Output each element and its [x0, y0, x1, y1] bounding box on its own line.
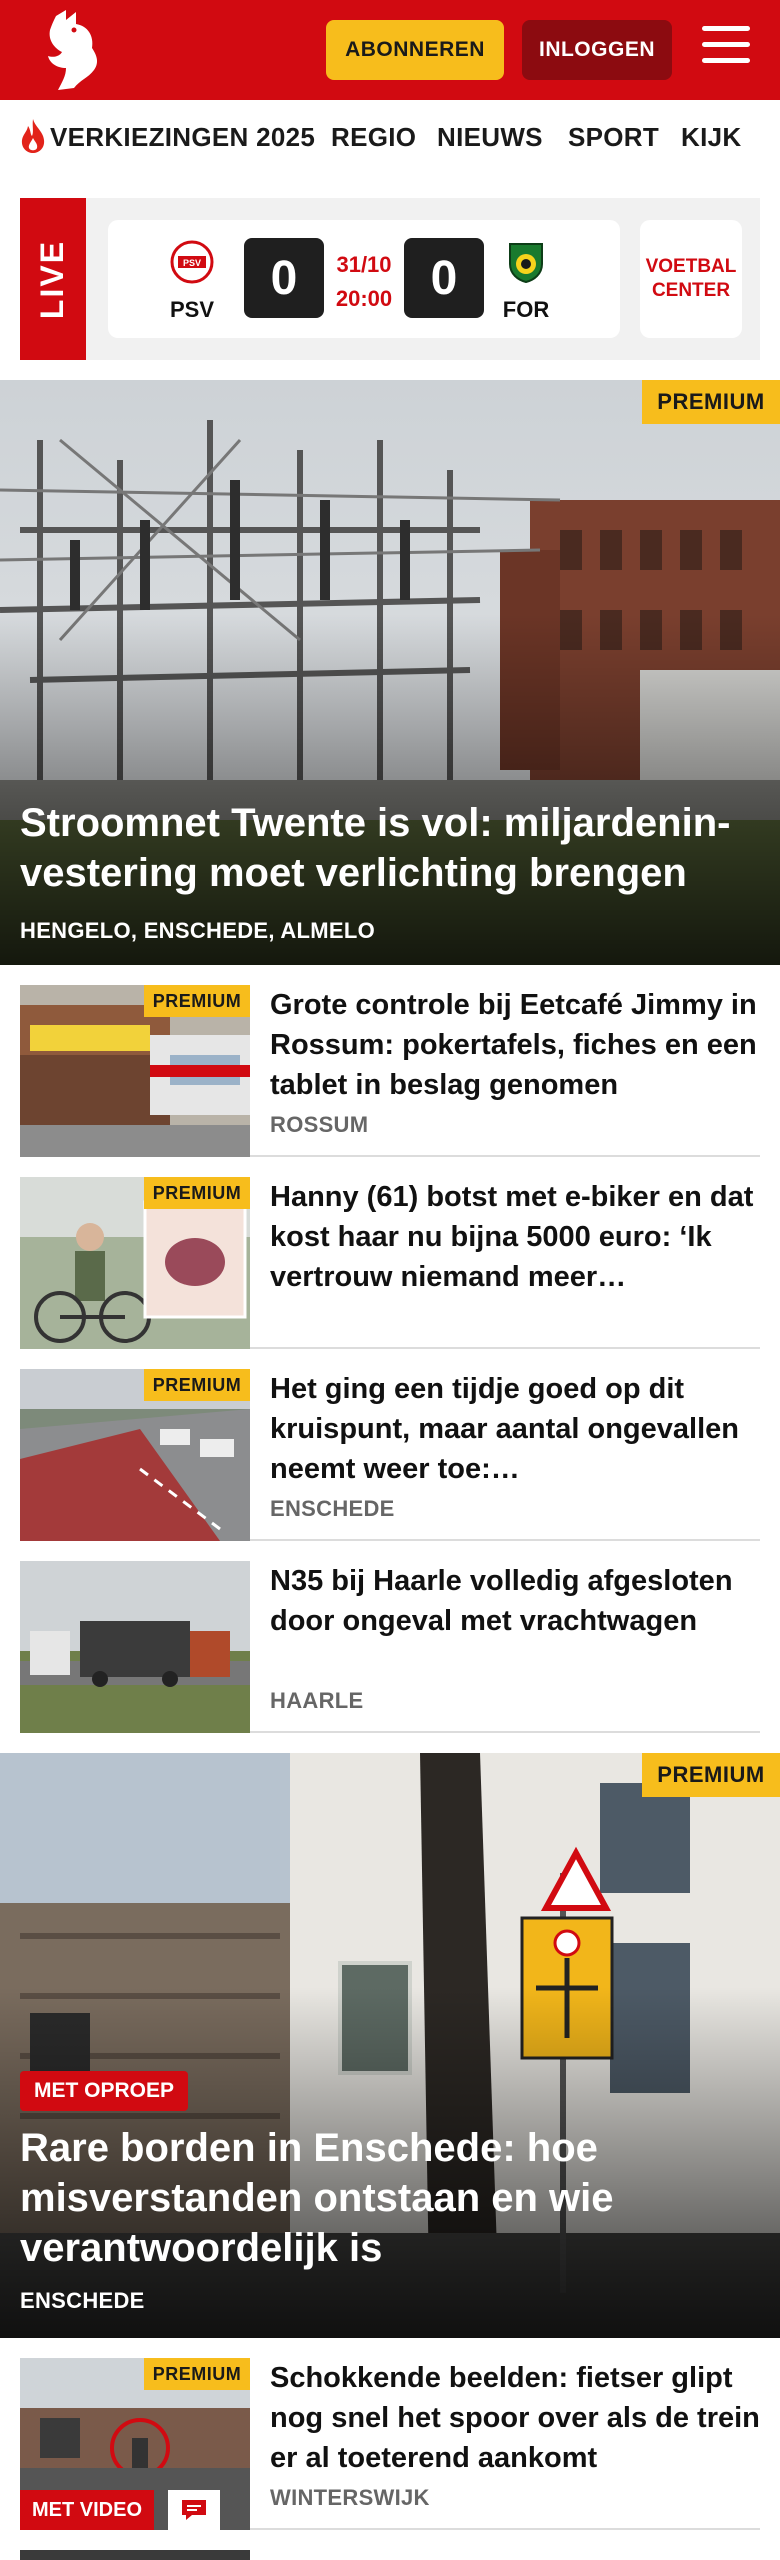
- main-nav: VERKIEZINGEN 2025 REGIO NIEUWS SPORT KIJ…: [0, 100, 780, 178]
- hero-title[interactable]: Rare borden in Enschede: hoe misverstand…: [20, 2123, 760, 2273]
- hero-location: HENGELO, ENSCHEDE, ALMELO: [20, 918, 376, 943]
- article-location: ENSCHEDE: [270, 1496, 395, 1521]
- hero-location: ENSCHEDE: [20, 2288, 145, 2313]
- premium-badge: PREMIUM: [144, 2358, 250, 2390]
- premium-badge: PREMIUM: [144, 985, 250, 1017]
- list-item[interactable]: PREMIUM Het ging een tijdje goed op dit …: [20, 1369, 760, 1541]
- list-item[interactable]: N35 bij Haarle volledig afgesloten door …: [20, 1561, 760, 1733]
- article-location: HAARLE: [270, 1688, 364, 1713]
- svg-text:PSV: PSV: [183, 258, 201, 268]
- premium-badge: PREMIUM: [144, 1177, 250, 1209]
- login-button[interactable]: INLOGGEN: [522, 20, 672, 80]
- list-item[interactable]: PREMIUM MET VIDEO Schokkende beelden: fi…: [20, 2358, 760, 2530]
- premium-badge: PREMIUM: [642, 1753, 780, 1797]
- comment-icon: [168, 2490, 220, 2530]
- nav-item-kijk[interactable]: KIJK: [681, 122, 741, 153]
- away-team: FOR: [496, 240, 556, 323]
- article-thumbnail: PREMIUM: [20, 1177, 250, 1349]
- list-item[interactable]: PREMIUM Hanny (61) botst met e-biker en …: [20, 1177, 760, 1349]
- subscribe-button[interactable]: ABONNEREN: [326, 20, 504, 80]
- article-thumbnail: PREMIUM: [20, 985, 250, 1157]
- home-team: PSV PSV: [162, 240, 222, 323]
- home-score: 0: [244, 238, 324, 318]
- nav-item-regio[interactable]: REGIO: [331, 122, 416, 153]
- top-bar: ABONNEREN INLOGGEN: [0, 0, 780, 100]
- match-datetime: 31/10 20:00: [335, 252, 393, 311]
- nav-item-nieuws[interactable]: NIEUWS: [437, 122, 543, 153]
- article-title[interactable]: Schokkende beelden: fietser glipt nog sn…: [270, 2358, 760, 2478]
- nav-item-sport[interactable]: SPORT: [568, 122, 659, 153]
- nav-item-verkiezingen[interactable]: VERKIEZINGEN 2025: [50, 122, 315, 153]
- article-thumbnail: [20, 1561, 250, 1733]
- live-badge: LIVE: [20, 198, 86, 360]
- article-thumbnail: PREMIUM MET VIDEO: [20, 2358, 250, 2530]
- oproep-badge: MET OPROEP: [20, 2071, 189, 2111]
- live-match-card[interactable]: PSV PSV 0 31/10 20:00 0 FOR: [108, 220, 620, 338]
- article-title[interactable]: Grote controle bij Eetcafé Jimmy in Ross…: [270, 985, 760, 1105]
- hero-article[interactable]: PREMIUM Stroomnet Twente is vol: miljard…: [0, 380, 780, 965]
- psv-crest-icon: PSV: [170, 240, 214, 284]
- article-title[interactable]: N35 bij Haarle volledig afgesloten door …: [270, 1561, 760, 1641]
- menu-icon[interactable]: [702, 26, 750, 72]
- list-item[interactable]: PREMIUM Grote controle bij Eetcafé Jimmy…: [20, 985, 760, 1157]
- horse-logo-icon[interactable]: [36, 8, 106, 92]
- article-title[interactable]: Het ging een tijdje goed op dit kruispun…: [270, 1369, 760, 1489]
- premium-badge: PREMIUM: [144, 1369, 250, 1401]
- away-score: 0: [404, 238, 484, 318]
- fortuna-crest-icon: [509, 243, 543, 284]
- video-badge: MET VIDEO: [20, 2490, 155, 2530]
- premium-badge: PREMIUM: [642, 380, 780, 424]
- article-thumbnail: [20, 2550, 250, 2560]
- hero-article[interactable]: PREMIUM MET OPROEP Rare borden in Ensche…: [0, 1753, 780, 2338]
- live-score-bar: LIVE PSV PSV 0 31/10 20:00 0 FOR VOETBAL…: [20, 198, 760, 360]
- article-location: WINTERSWIJK: [270, 2485, 430, 2510]
- flame-icon: [21, 119, 45, 153]
- hero-title[interactable]: Stroomnet Twente is vol: miljardenin-ves…: [20, 798, 760, 898]
- voetbal-center-button[interactable]: VOETBAL CENTER: [640, 220, 742, 338]
- list-item[interactable]: [20, 2550, 760, 2560]
- article-location: ROSSUM: [270, 1112, 369, 1137]
- article-thumbnail: PREMIUM: [20, 1369, 250, 1541]
- article-title[interactable]: Hanny (61) botst met e-biker en dat kost…: [270, 1177, 760, 1297]
